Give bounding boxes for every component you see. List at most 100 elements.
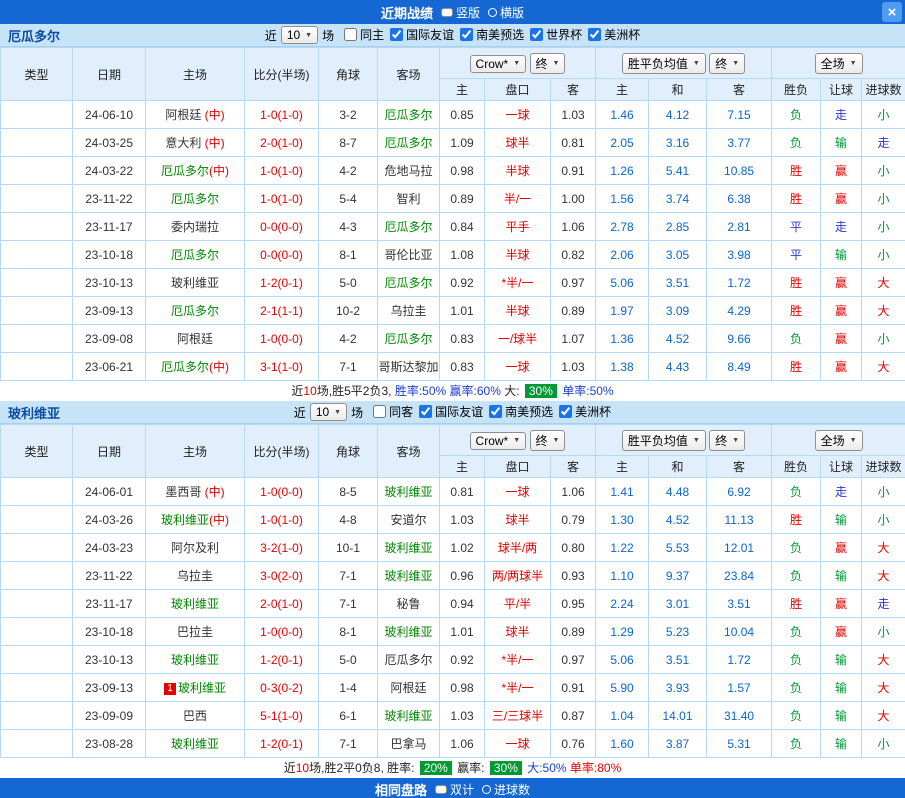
- avg-odds: 1.29: [596, 618, 649, 646]
- col-away: 客场: [378, 48, 440, 101]
- match-type: 南美预选: [1, 674, 73, 702]
- filter-checkbox[interactable]: 南美预选: [460, 26, 524, 43]
- scope-select[interactable]: 全场▼: [815, 430, 863, 451]
- checkbox-input[interactable]: [344, 28, 357, 41]
- away-team: 玻利维亚: [378, 562, 440, 590]
- odds-company-header: Crow*▼ 终▼: [440, 48, 596, 79]
- home-team: 玻利维亚: [146, 269, 245, 297]
- result-cell: 负: [772, 562, 821, 590]
- result-cell: 胜: [772, 353, 821, 381]
- col-goals-result: 进球数: [862, 456, 905, 478]
- corners: 7-1: [319, 730, 378, 758]
- match-type: 南美预选: [1, 646, 73, 674]
- match-row: 南美预选23-10-13玻利维亚1-2(0-1)5-0厄瓜多尔0.92*半/一0…: [1, 269, 905, 297]
- radio-option[interactable]: 双计: [435, 781, 474, 798]
- odds-home: 1.08: [440, 241, 485, 269]
- home-team: 意大利 (中): [146, 129, 245, 157]
- odds-home: 0.84: [440, 213, 485, 241]
- filter-checkbox[interactable]: 国际友谊: [390, 26, 454, 43]
- handicap: 平手: [485, 213, 551, 241]
- company-time-select[interactable]: 终▼: [530, 53, 566, 74]
- corners: 8-7: [319, 129, 378, 157]
- match-date: 23-11-22: [73, 185, 146, 213]
- filter-checkbox[interactable]: 国际友谊: [419, 403, 483, 420]
- company-time-select[interactable]: 终▼: [530, 430, 566, 451]
- avg-odds: 1.36: [596, 325, 649, 353]
- handicap: 球半: [485, 618, 551, 646]
- filter-checkbox[interactable]: 世界杯: [530, 26, 582, 43]
- avg-select[interactable]: 胜平负均值▼: [622, 53, 706, 74]
- avg-odds: 1.97: [596, 297, 649, 325]
- avg-select[interactable]: 胜平负均值▼: [622, 430, 706, 451]
- summary-segment: 10: [303, 384, 316, 398]
- home-team: 厄瓜多尔(中): [146, 157, 245, 185]
- result-cell: 走: [821, 101, 862, 129]
- home-team: 玻利维亚(中): [146, 506, 245, 534]
- summary-segment: 大:50%: [524, 761, 567, 775]
- result-cell: 赢: [821, 325, 862, 353]
- checkbox-input[interactable]: [460, 28, 473, 41]
- avg-time-select[interactable]: 终▼: [709, 430, 745, 451]
- summary-segment: 胜率:50%: [395, 384, 446, 398]
- summary-segment: 场,胜5平2负3,: [317, 384, 395, 398]
- result-cell: 胜: [772, 269, 821, 297]
- odds-away: 0.91: [551, 157, 596, 185]
- avg-time-select[interactable]: 终▼: [709, 53, 745, 74]
- score: 1-0(1-0): [245, 157, 319, 185]
- scope-select[interactable]: 全场▼: [815, 53, 863, 74]
- match-count-select[interactable]: 10▼: [281, 26, 318, 44]
- company-select[interactable]: Crow*▼: [470, 55, 527, 73]
- checkbox-input[interactable]: [559, 405, 572, 418]
- handicap: 球半: [485, 129, 551, 157]
- radio-option[interactable]: 横版: [488, 4, 524, 21]
- chevron-down-icon: ▼: [513, 60, 520, 67]
- checkbox-input[interactable]: [390, 28, 403, 41]
- away-team: 厄瓜多尔: [378, 646, 440, 674]
- odds-home: 1.02: [440, 534, 485, 562]
- match-row: 南美预选23-11-17玻利维亚2-0(1-0)7-1秘鲁0.94平/半0.95…: [1, 590, 905, 618]
- dialog-title: 近期战绩: [381, 3, 433, 22]
- radio-option[interactable]: 进球数: [482, 781, 530, 798]
- odds-home: 1.09: [440, 129, 485, 157]
- odds-home: 0.92: [440, 269, 485, 297]
- filter-checkbox[interactable]: 同客: [373, 403, 413, 420]
- result-cell: 大: [862, 562, 905, 590]
- company-select[interactable]: Crow*▼: [470, 432, 527, 450]
- checkbox-input[interactable]: [373, 405, 386, 418]
- match-count-select[interactable]: 10▼: [310, 403, 347, 421]
- odds-away: 0.76: [551, 730, 596, 758]
- match-row: 南美预选23-09-13厄瓜多尔2-1(1-1)10-2乌拉圭1.01半球0.8…: [1, 297, 905, 325]
- summary-segment: 近: [291, 384, 303, 398]
- match-date: 23-10-13: [73, 269, 146, 297]
- avg-odds: 5.23: [649, 618, 707, 646]
- chevron-down-icon: ▼: [850, 60, 857, 67]
- radio-option[interactable]: 竖版: [441, 4, 480, 21]
- checkbox-input[interactable]: [489, 405, 502, 418]
- filter-checkbox[interactable]: 南美预选: [489, 403, 553, 420]
- match-type: 南美预选: [1, 618, 73, 646]
- match-date: 23-10-18: [73, 618, 146, 646]
- checkbox-input[interactable]: [419, 405, 432, 418]
- result-cell: 赢: [821, 297, 862, 325]
- close-icon[interactable]: ×: [882, 2, 902, 22]
- checkbox-input[interactable]: [530, 28, 543, 41]
- result-cell: 小: [862, 506, 905, 534]
- score: 0-3(0-2): [245, 674, 319, 702]
- home-team: 1玻利维亚: [146, 674, 245, 702]
- result-cell: 负: [772, 534, 821, 562]
- result-cell: 胜: [772, 157, 821, 185]
- score: 3-2(1-0): [245, 534, 319, 562]
- filter-checkbox[interactable]: 美洲杯: [588, 26, 640, 43]
- avg-odds: 10.85: [707, 157, 772, 185]
- col-handicap: 盘口: [485, 79, 551, 101]
- checkbox-input[interactable]: [588, 28, 601, 41]
- match-type: 南美预选: [1, 562, 73, 590]
- avg-odds: 1.30: [596, 506, 649, 534]
- filter-checkbox[interactable]: 美洲杯: [559, 403, 611, 420]
- avg-odds: 1.56: [596, 185, 649, 213]
- away-team: 厄瓜多尔: [378, 269, 440, 297]
- match-date: 24-03-26: [73, 506, 146, 534]
- result-cell: 小: [862, 325, 905, 353]
- filter-checkbox[interactable]: 同主: [344, 26, 384, 43]
- result-cell: 赢: [821, 618, 862, 646]
